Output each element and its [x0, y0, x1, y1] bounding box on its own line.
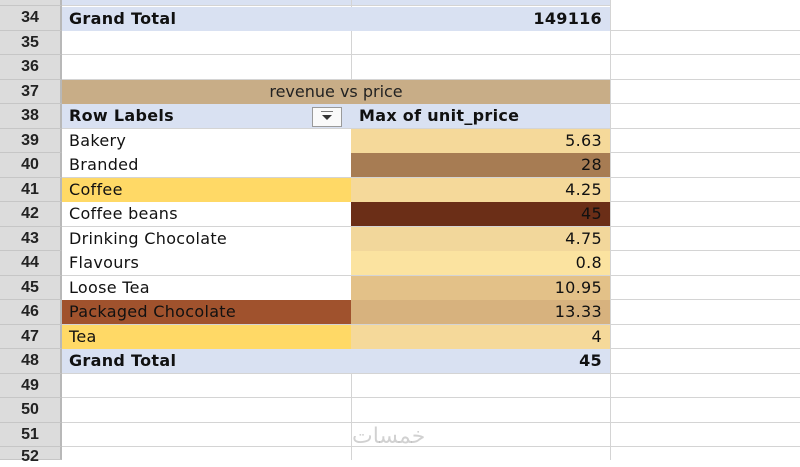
grid-line [62, 31, 800, 55]
row-header-41[interactable]: 41 [0, 178, 62, 202]
grid-line [62, 55, 800, 80]
pivot-row-label[interactable]: Loose Tea [62, 276, 351, 300]
filter-line-icon [321, 111, 333, 112]
pivot-header-row-labels[interactable]: Row Labels [62, 104, 351, 128]
grid-line [62, 423, 800, 447]
pivot-row-value[interactable]: 28 [351, 153, 610, 177]
row-header-39[interactable]: 39 [0, 129, 62, 153]
chevron-down-icon [322, 115, 332, 120]
row-header-47[interactable]: 47 [0, 325, 62, 349]
row-header-42[interactable]: 42 [0, 202, 62, 227]
row-header-46[interactable]: 46 [0, 300, 62, 325]
row-header-43[interactable]: 43 [0, 227, 62, 251]
row-header-52[interactable]: 52 [0, 447, 62, 465]
row-header-45[interactable]: 45 [0, 276, 62, 300]
top-grand-total-label[interactable]: Grand Total [62, 7, 351, 31]
row-header-36[interactable]: 36 [0, 55, 62, 80]
row-header-49[interactable]: 49 [0, 374, 62, 398]
pivot-row-value[interactable]: 13.33 [351, 300, 610, 324]
top-grand-total-value[interactable]: 149116 [351, 7, 610, 31]
pivot-grand-total-label[interactable]: Grand Total [62, 349, 351, 373]
pivot-grand-total-value[interactable]: 45 [351, 349, 610, 373]
pivot-row-label[interactable]: Coffee beans [62, 202, 351, 226]
row-header-40[interactable]: 40 [0, 153, 62, 178]
pivot-row-value[interactable]: 10.95 [351, 276, 610, 300]
grid-line [62, 374, 800, 398]
pivot-row-value[interactable]: 4 [351, 325, 610, 349]
grid-line [62, 398, 800, 423]
pivot-header-value[interactable]: Max of unit_price [351, 104, 610, 128]
pivot-row-label[interactable]: Branded [62, 153, 351, 177]
pivot-row-label[interactable]: Tea [62, 325, 351, 349]
row-header-50[interactable]: 50 [0, 398, 62, 423]
pivot-row-label[interactable]: Packaged Chocolate [62, 300, 351, 324]
row-header-44[interactable]: 44 [0, 251, 62, 276]
row-header-37[interactable]: 37 [0, 80, 62, 104]
watermark-logo: خمسات [352, 424, 426, 449]
pivot-row-label[interactable]: Coffee [62, 178, 351, 202]
pivot-row-value[interactable]: 4.75 [351, 227, 610, 251]
row-header-48[interactable]: 48 [0, 349, 62, 374]
pivot-row-label[interactable]: Drinking Chocolate [62, 227, 351, 251]
row-header-38[interactable]: 38 [0, 104, 62, 129]
pivot-row-label[interactable]: Flavours [62, 251, 351, 275]
pivot-title[interactable]: revenue vs price [62, 80, 610, 104]
row-header-34[interactable]: 34 [0, 6, 62, 31]
pivot-row-label[interactable]: Bakery [62, 129, 351, 153]
row-header-partial [0, 0, 62, 6]
filter-dropdown-button[interactable] [312, 107, 342, 127]
pivot-row-value[interactable]: 4.25 [351, 178, 610, 202]
pivot-row-value[interactable]: 0.8 [351, 251, 610, 275]
row-header-35[interactable]: 35 [0, 31, 62, 55]
pivot-row-value[interactable]: 45 [351, 202, 610, 226]
row-header-51[interactable]: 51 [0, 423, 62, 447]
pivot-row-value[interactable]: 5.63 [351, 129, 610, 153]
